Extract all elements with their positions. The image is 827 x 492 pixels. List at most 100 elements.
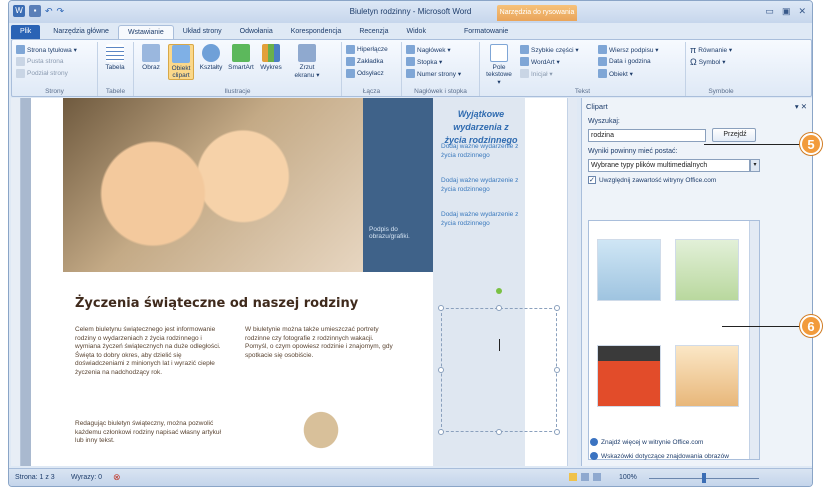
picture-button[interactable]: Obraz [138,44,164,71]
tab-view[interactable]: Widok [398,25,435,39]
blank-page-button[interactable]: Pusta strona [16,57,64,66]
window-controls: ▭ ▣ ✕ [765,6,806,17]
screenshot-button[interactable]: Zrzut ekranu ▾ [290,44,324,79]
date-time-icon [598,57,607,66]
resize-handle[interactable] [438,305,444,311]
column-1-paragraph-1[interactable]: Celem biuletynu świątecznego jest inform… [75,326,225,378]
pane-close-icon[interactable]: ▾ ✕ [795,102,807,111]
group-pages: Strona tytułowa ▾ Pusta strona Podział s… [12,42,98,96]
tips-link[interactable]: Wskazówki dotyczące znajdowania obrazów [590,452,729,460]
dropcap-button[interactable]: Inicjał ▾ [520,69,553,78]
word-count[interactable]: Wyrazy: 0 [71,474,102,481]
tab-mailings[interactable]: Korespondencja [282,25,351,39]
zoom-slider-thumb[interactable] [702,473,706,483]
table-icon [106,44,124,62]
window-title: Biuletyn rodzinny - Microsoft Word [349,7,472,16]
article-heading[interactable]: Życzenia świąteczne od naszej rodziny [75,296,358,311]
search-input[interactable]: rodzina [588,129,706,142]
page-break-button[interactable]: Podział strony [16,69,68,78]
tab-insert[interactable]: Wstawianie [117,25,174,39]
document-area[interactable]: Podpis do obrazu/grafiki. Wyjątkowe wyda… [11,98,577,466]
object-button[interactable]: Obiekt ▾ [598,69,633,78]
quick-parts-button[interactable]: Szybkie części ▾ [520,45,579,54]
office-link-label[interactable]: Znajdź więcej w witrynie Office.com [601,439,703,446]
rotation-handle[interactable] [496,288,502,294]
search-label: Wyszukaj: [588,118,620,125]
picture-label: Obraz [142,64,160,71]
children-photo[interactable] [63,98,363,272]
maximize-icon[interactable]: ▣ [782,6,791,17]
office-content-checkbox[interactable]: ✓ Uwzględnij zawartość witryny Office.co… [588,176,716,184]
clipart-scrollbar[interactable] [749,221,759,459]
chart-button[interactable]: Wykres [258,44,284,71]
clipart-button[interactable]: Obiekt clipart [168,44,194,80]
checkbox-checked-icon[interactable]: ✓ [588,176,596,184]
signature-line-button[interactable]: Wiersz podpisu ▾ [598,45,659,54]
tab-review[interactable]: Recenzja [350,25,397,39]
tab-references[interactable]: Odwołania [231,25,282,39]
print-layout-icon[interactable] [569,473,577,481]
web-layout-icon[interactable] [593,473,601,481]
office-link[interactable]: Znajdź więcej w witrynie Office.com [590,438,703,446]
tips-link-label[interactable]: Wskazówki dotyczące znajdowania obrazów [601,453,729,460]
hyperlink-button[interactable]: Hiperłącze [346,45,388,54]
reindeer-image[interactable] [281,388,361,458]
ribbon: Strona tytułowa ▾ Pusta strona Podział s… [11,39,812,97]
resize-handle[interactable] [554,305,560,311]
bookmark-button[interactable]: Zakładka [346,57,383,66]
equation-button[interactable]: π Równanie ▾ [690,45,732,55]
clipart-family-reading[interactable] [675,345,739,407]
symbol-button[interactable]: Ω Symbol ▾ [690,57,725,67]
wordart-button[interactable]: WordArt ▾ [520,57,560,66]
selected-textbox[interactable] [438,305,560,435]
clipart-house[interactable] [675,239,739,301]
crossref-button[interactable]: Odsyłacz [346,69,384,78]
equation-label: Równanie ▾ [698,47,733,54]
footer-button[interactable]: Stopka ▾ [406,57,442,66]
tab-file[interactable]: Plik [11,25,41,39]
blank-page-icon [16,57,25,66]
page-number-button[interactable]: Numer strony ▾ [406,69,461,78]
clipart-scales[interactable] [597,345,661,407]
document-page[interactable]: Podpis do obrazu/grafiki. Wyjątkowe wyda… [31,98,567,466]
cover-page-button[interactable]: Strona tytułowa ▾ [16,45,77,54]
minimize-icon[interactable]: ▭ [765,6,774,17]
photo-caption[interactable]: Podpis do obrazu/grafiki. [369,226,429,240]
textbox-label: Pole tekstowe ▾ [486,64,512,86]
textbox-button[interactable]: Pole tekstowe ▾ [484,44,514,86]
tab-format[interactable]: Formatowanie [455,25,517,39]
pi-icon: π [690,45,697,55]
proofing-icon[interactable]: ⊗ [113,472,121,483]
document-vertical-scrollbar[interactable] [567,98,577,466]
dropdown-arrow-icon[interactable]: ▾ [750,159,760,172]
tab-home[interactable]: Narzędzia główne [44,25,118,39]
resize-handle[interactable] [554,429,560,435]
group-label-text: Tekst [574,88,591,95]
event-bullet-2[interactable]: Dodaj ważne wydarzenie z życia rodzinneg… [441,176,521,194]
go-button[interactable]: Przejdź [712,128,756,142]
page-count[interactable]: Strona: 1 z 3 [15,474,55,481]
resize-handle[interactable] [496,305,502,311]
tab-page-layout[interactable]: Układ strony [174,25,231,39]
column-2-paragraph-1[interactable]: W biuletynie można także umieszczać port… [245,326,395,360]
cover-page-label: Strona tytułowa ▾ [27,46,77,54]
close-icon[interactable]: ✕ [798,6,806,17]
column-1-paragraph-2[interactable]: Redagując biuletyn świąteczny, można poz… [75,420,225,446]
smartart-button[interactable]: SmartArt [228,44,254,71]
resize-handle[interactable] [438,367,444,373]
event-bullet-3[interactable]: Dodaj ważne wydarzenie z życia rodzinneg… [441,210,521,228]
callout-6-line [722,326,800,327]
date-time-button[interactable]: Data i godzina [598,57,651,66]
resize-handle[interactable] [554,367,560,373]
event-bullet-1[interactable]: Dodaj ważne wydarzenie z życia rodzinneg… [441,142,521,160]
fullscreen-icon[interactable] [581,473,589,481]
shapes-button[interactable]: Kształty [198,44,224,71]
resize-handle[interactable] [496,429,502,435]
resize-handle[interactable] [438,429,444,435]
media-type-select[interactable]: Wybrane typy plików multimedialnych [588,159,750,172]
textbox-icon [490,44,508,62]
header-button[interactable]: Nagłówek ▾ [406,45,451,54]
zoom-level[interactable]: 100% [619,474,637,481]
table-button[interactable]: Tabela [102,44,128,71]
clipart-family-playing[interactable] [597,239,661,301]
